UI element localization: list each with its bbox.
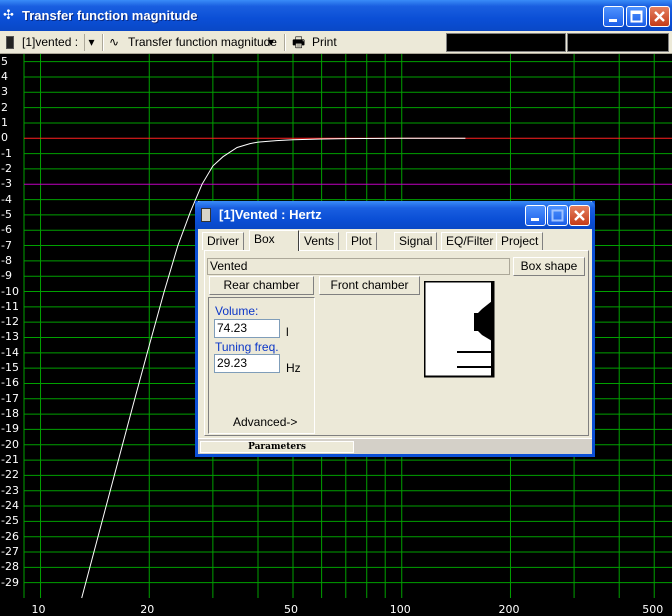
close-icon [574, 210, 585, 221]
y-tick-label: -9 [1, 269, 12, 283]
y-tick-label: -8 [1, 253, 12, 267]
y-tick-label: -24 [1, 499, 19, 513]
volume-label: Volume: [215, 304, 259, 318]
dialog-minimize-button[interactable] [525, 205, 546, 226]
minimize-icon [609, 19, 617, 22]
y-tick-label: 4 [1, 69, 8, 83]
rear-chamber-button[interactable]: Rear chamber [209, 276, 314, 295]
volume-unit: l [286, 325, 289, 339]
close-button[interactable] [649, 6, 670, 27]
x-tick-label: 20 [140, 603, 155, 616]
toolbar: [1]vented : ▾ ∿ Transfer function magnit… [0, 31, 672, 54]
dialog-app-icon [201, 208, 211, 222]
parameters-panel: Volume: 74.23 l Tuning freq. 29.23 Hz Ad… [208, 297, 315, 434]
box-shape-button[interactable]: Box shape [513, 257, 585, 276]
print-button[interactable]: Print [312, 34, 337, 51]
printer-icon: 🖶 [292, 34, 306, 50]
y-tick-label: 0 [1, 131, 8, 145]
minimize-icon [531, 218, 539, 221]
y-tick-label: -4 [1, 192, 12, 206]
y-tick-label: -18 [1, 407, 19, 421]
close-icon [654, 11, 665, 22]
y-tick-label: -21 [1, 453, 19, 467]
tab-eq-filter[interactable]: EQ/Filter [441, 232, 499, 250]
toolbar-separator [284, 34, 286, 51]
y-tick-label: -6 [1, 223, 12, 237]
minimize-button[interactable] [603, 6, 624, 27]
main-titlebar: ✣ Transfer function magnitude [0, 0, 672, 31]
readout-box-2 [567, 33, 669, 52]
graph-wave-icon: ∿ [109, 35, 120, 49]
box-type-field: Vented [207, 258, 510, 275]
x-tick-label: 200 [498, 603, 520, 616]
tuning-freq-unit: Hz [286, 361, 301, 375]
y-tick-label: 2 [1, 100, 8, 114]
tab-signal[interactable]: Signal [394, 232, 438, 250]
readout-box-1 [446, 33, 566, 52]
front-chamber-button[interactable]: Front chamber [319, 276, 420, 295]
y-tick-label: -14 [1, 345, 19, 359]
y-tick-label: -2 [1, 161, 12, 175]
y-tick-label: 5 [1, 54, 8, 68]
tuning-freq-input[interactable]: 29.23 [214, 354, 280, 373]
tab-driver[interactable]: Driver [202, 232, 244, 250]
y-tick-label: -26 [1, 529, 19, 543]
graph-dropdown-icon[interactable]: ▾ [268, 34, 274, 51]
advanced-link[interactable]: Advanced-> [233, 415, 297, 429]
y-tick-label: -11 [1, 299, 19, 313]
y-tick-label: -16 [1, 376, 19, 390]
y-tick-label: -20 [1, 437, 19, 451]
y-tick-label: -1 [1, 146, 12, 160]
y-tick-label: -15 [1, 361, 19, 375]
x-tick-label: 10 [31, 603, 46, 616]
tab-box[interactable]: Box [249, 230, 299, 251]
x-tick-label: 100 [389, 603, 411, 616]
dialog-maximize-button[interactable] [547, 205, 568, 226]
y-tick-label: -28 [1, 560, 19, 574]
status-parameters: Parameters [200, 441, 354, 453]
window-title: Transfer function magnitude [22, 8, 198, 23]
y-tick-label: -7 [1, 238, 12, 252]
box-dialog: [1]Vented : Hertz Driver Box Vents Plot … [195, 201, 595, 457]
tab-plot[interactable]: Plot [346, 232, 377, 250]
toolbar-separator [102, 34, 104, 51]
volume-input[interactable]: 74.23 [214, 319, 280, 338]
y-tick-label: -13 [1, 330, 19, 344]
maximize-icon [551, 209, 564, 222]
tab-vents[interactable]: Vents [299, 232, 340, 250]
dialog-close-button[interactable] [569, 205, 590, 226]
project-select[interactable]: [1]vented : [22, 34, 78, 51]
tab-project[interactable]: Project [496, 232, 544, 250]
tuning-freq-label: Tuning freq. [215, 340, 279, 354]
dialog-statusbar: Parameters [198, 438, 592, 454]
y-tick-label: -27 [1, 545, 19, 559]
y-tick-label: -3 [1, 177, 12, 191]
y-tick-label: -19 [1, 422, 19, 436]
project-dropdown-icon[interactable]: ▾ [84, 34, 98, 51]
y-tick-label: -23 [1, 483, 19, 497]
y-tick-label: -29 [1, 575, 19, 589]
maximize-button[interactable] [626, 6, 647, 27]
y-tick-label: -17 [1, 391, 19, 405]
dialog-title: [1]Vented : Hertz [219, 207, 322, 222]
y-tick-label: 3 [1, 85, 8, 99]
x-tick-label: 500 [642, 603, 664, 616]
y-tick-label: -10 [1, 284, 19, 298]
dialog-titlebar[interactable]: [1]Vented : Hertz [195, 201, 595, 229]
y-tick-label: 1 [1, 115, 8, 129]
y-tick-label: -25 [1, 514, 19, 528]
maximize-icon [630, 10, 643, 23]
project-icon [6, 36, 14, 49]
box-diagram [424, 281, 495, 378]
x-tick-label: 50 [284, 603, 298, 616]
crosshair-icon: ✣ [3, 7, 14, 22]
graph-select[interactable]: Transfer function magnitude [128, 34, 277, 51]
y-tick-label: -12 [1, 315, 19, 329]
y-tick-label: -22 [1, 468, 19, 482]
y-tick-label: -5 [1, 207, 12, 221]
